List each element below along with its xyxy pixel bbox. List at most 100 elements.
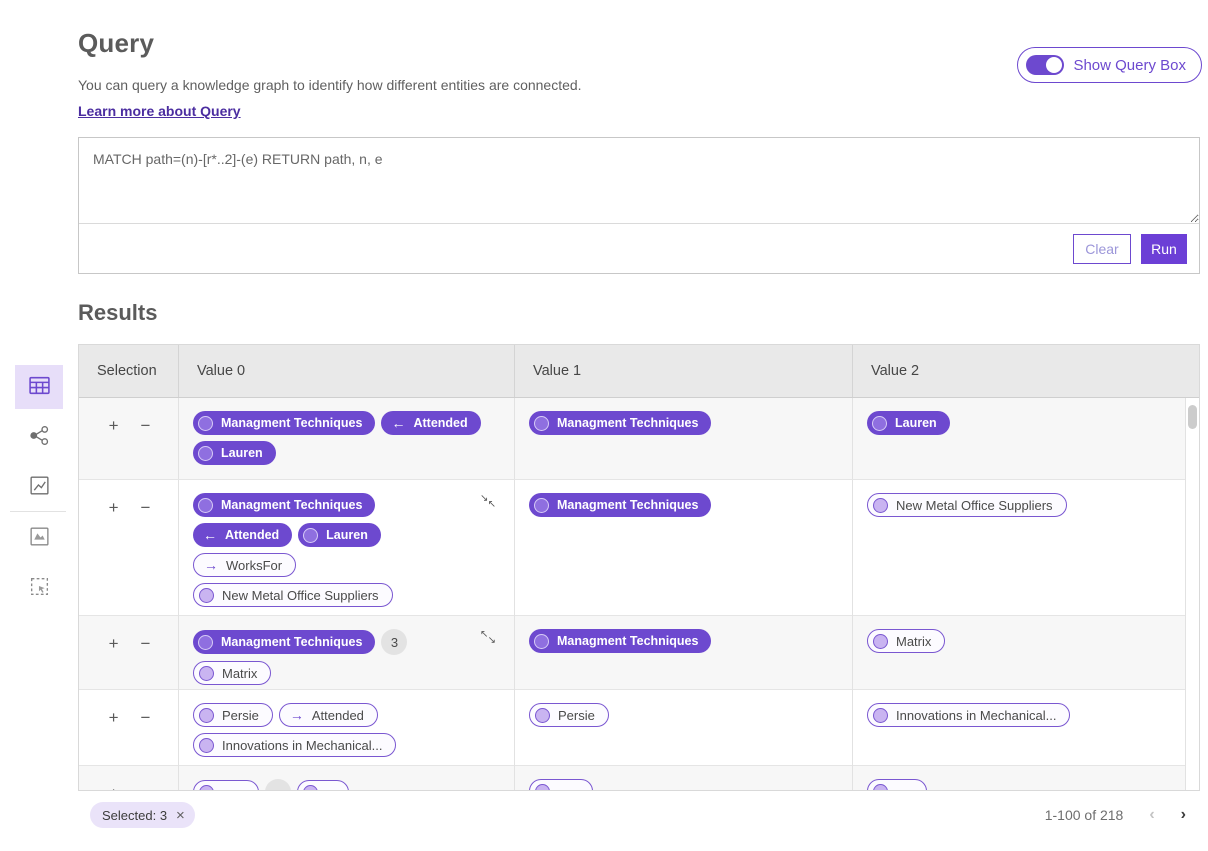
pill-label: Persie	[558, 708, 595, 723]
pill-label: Lauren	[221, 446, 263, 460]
node-icon	[873, 498, 888, 513]
pill-line: → WorksFor	[193, 553, 502, 577]
scrollbar-thumb[interactable]	[1188, 405, 1197, 429]
pill-line: ←AttendedLauren	[193, 523, 502, 547]
pill-line: Managment Techniques	[193, 493, 502, 517]
chart-view-button[interactable]	[15, 465, 63, 509]
remove-from-selection-button[interactable]: −	[141, 635, 151, 652]
table-view-icon	[28, 374, 51, 400]
node-pill: Managment Techniques	[193, 493, 375, 517]
learn-more-link[interactable]: Learn more about Query	[78, 103, 241, 119]
previous-page-button[interactable]: ‹	[1149, 807, 1154, 823]
selection-cell: +−	[79, 480, 179, 621]
node-pill: Lauren	[867, 411, 950, 435]
run-button[interactable]: Run	[1141, 234, 1187, 264]
node-icon	[198, 446, 213, 461]
table-header: Selection Value 0 Value 1 Value 2	[79, 345, 1199, 398]
selected-chip-label: Selected: 3	[102, 808, 167, 823]
node-pill: New Metal Office Suppliers	[193, 583, 393, 607]
node-pill: Matrix	[193, 661, 271, 685]
show-query-box-toggle[interactable]: Show Query Box	[1017, 47, 1202, 83]
add-to-selection-button[interactable]: +	[109, 635, 119, 652]
clear-button[interactable]: Clear	[1073, 234, 1131, 264]
node-icon	[198, 498, 213, 513]
add-to-selection-button[interactable]: +	[109, 499, 119, 516]
node-pill: Lauren	[298, 523, 381, 547]
table-view-button[interactable]	[15, 365, 63, 409]
pill-line: Persie	[529, 703, 840, 727]
pill-label: Matrix	[222, 666, 257, 681]
node-icon	[198, 416, 213, 431]
value2-cell: Lauren	[853, 398, 1187, 479]
pill-line: Managment Techniques	[529, 629, 840, 653]
node-pill: Managment Techniques	[529, 629, 711, 653]
table-row: +−Managment Techniques3Matrix↖↘Managment…	[79, 616, 1199, 690]
remove-from-selection-button[interactable]: −	[141, 785, 151, 790]
arrow-right-icon: →	[290, 708, 304, 722]
arrow-right-icon: →	[204, 558, 218, 572]
pill-line: Matrix	[193, 661, 502, 685]
remove-from-selection-button[interactable]: −	[141, 499, 151, 516]
expand-cell-button[interactable]: ↖↘	[480, 630, 496, 646]
value1-cell	[515, 766, 853, 790]
value0-cell: Managment Techniques←Attended Lauren	[179, 398, 515, 479]
pill-label: Managment Techniques	[221, 416, 362, 430]
pill-label: Lauren	[326, 528, 368, 542]
remove-from-selection-button[interactable]: −	[141, 709, 151, 726]
query-page: Query You can query a knowledge graph to…	[0, 0, 1208, 851]
next-page-button[interactable]: ›	[1181, 807, 1186, 823]
node-icon	[534, 634, 549, 649]
pill-label: New Metal Office Suppliers	[896, 498, 1053, 513]
add-to-selection-button[interactable]: +	[109, 785, 119, 790]
node-pill: Innovations in Mechanical...	[193, 733, 396, 757]
node-pill: Lauren	[193, 441, 276, 465]
pill-line: New Metal Office Suppliers	[193, 583, 502, 607]
selection-cell: +−	[79, 766, 179, 790]
toggle-switch-icon[interactable]	[1026, 55, 1064, 75]
node-pill: Managment Techniques	[193, 411, 375, 435]
table-row: + − Persie → Attended Innovations in Mechanic…	[79, 690, 1199, 766]
pill-line: Lauren	[193, 441, 502, 465]
table-row: +−	[79, 766, 1199, 790]
pill-label: Managment Techniques	[557, 498, 698, 512]
node-pill	[529, 779, 593, 790]
add-to-selection-button[interactable]: +	[109, 417, 119, 434]
remove-from-selection-button[interactable]: −	[141, 417, 151, 434]
pill-line: Lauren	[867, 411, 1174, 435]
pill-line: Persie → Attended	[193, 703, 502, 727]
table-scrollbar[interactable]	[1185, 398, 1199, 790]
collapse-cell-button[interactable]: ↘↖	[480, 494, 496, 510]
query-section: Query You can query a knowledge graph to…	[0, 0, 1208, 121]
dashed-select-icon	[28, 575, 51, 601]
pill-line: Managment Techniques	[529, 411, 840, 435]
node-icon	[535, 784, 550, 791]
pill-line: New Metal Office Suppliers	[867, 493, 1174, 517]
node-pill: Innovations in Mechanical...	[867, 703, 1070, 727]
pill-label: New Metal Office Suppliers	[222, 588, 379, 603]
edge-pill: → Attended	[279, 703, 378, 727]
selection-view-button[interactable]	[15, 566, 63, 610]
toggle-label: Show Query Box	[1073, 57, 1186, 74]
pill-label: Persie	[222, 708, 259, 723]
map-view-button[interactable]	[15, 516, 63, 560]
pill-line: Matrix	[867, 629, 1174, 653]
pill-label: Managment Techniques	[557, 416, 698, 430]
column-header-value2: Value 2	[853, 345, 1201, 397]
node-icon	[534, 498, 549, 513]
results-title: Results	[78, 300, 1208, 326]
node-icon	[872, 416, 887, 431]
graph-view-button[interactable]	[15, 415, 63, 459]
pill-label: WorksFor	[226, 558, 282, 573]
pill-line: Innovations in Mechanical...	[867, 703, 1174, 727]
pill-line: Managment Techniques←Attended	[193, 411, 502, 435]
pill-label: Attended	[312, 708, 364, 723]
clear-selection-button[interactable]: ×	[176, 808, 185, 823]
value2-cell	[853, 766, 1187, 790]
pill-label: Innovations in Mechanical...	[222, 738, 382, 753]
query-input[interactable]	[79, 138, 1199, 224]
add-to-selection-button[interactable]: +	[109, 709, 119, 726]
edge-pill: → WorksFor	[193, 553, 296, 577]
node-icon	[199, 738, 214, 753]
pill-label: Matrix	[896, 634, 931, 649]
node-pill: Managment Techniques	[193, 630, 375, 654]
